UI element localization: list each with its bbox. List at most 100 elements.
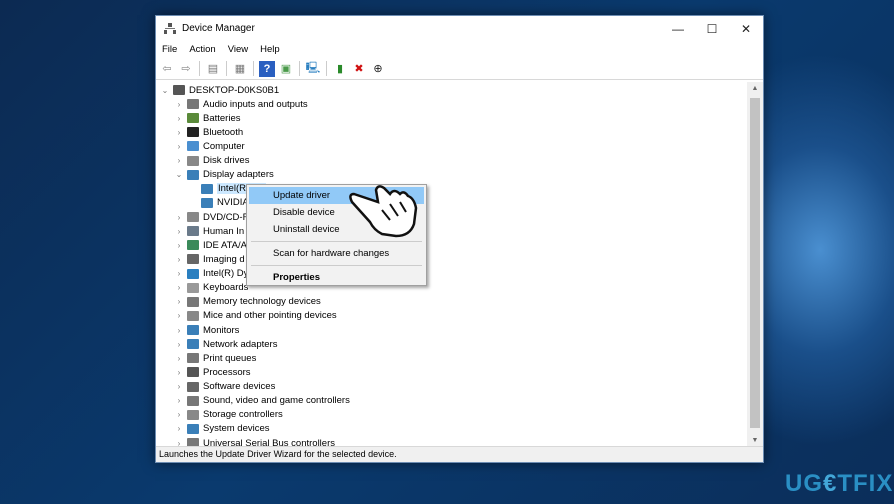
device-category-icon (187, 226, 199, 237)
chevron-right-icon[interactable]: › (174, 424, 184, 433)
toolbar-separator (226, 61, 227, 76)
tree-item[interactable]: › Memory technology devices (174, 295, 321, 309)
chevron-right-icon[interactable]: › (174, 142, 184, 151)
chevron-right-icon[interactable]: › (174, 269, 184, 278)
status-bar: Launches the Update Driver Wizard for th… (156, 446, 763, 462)
device-category-icon (187, 310, 199, 321)
chevron-right-icon[interactable]: › (174, 382, 184, 391)
scroll-up-icon[interactable]: ▲ (747, 82, 763, 96)
title-bar: Device Manager — ☐ ✕ (156, 16, 763, 41)
chevron-right-icon[interactable]: › (174, 255, 184, 264)
device-category-icon (173, 85, 185, 95)
maximize-button[interactable]: ☐ (695, 16, 729, 41)
tree-item[interactable]: › Sound, video and game controllers (174, 394, 350, 408)
tree-item[interactable]: NVIDIA (188, 196, 249, 210)
tree-item[interactable]: › DVD/CD-R (174, 210, 250, 224)
tree-item[interactable]: › Intel(R) Dy (174, 267, 249, 281)
tree-item[interactable]: › IDE ATA/A (174, 238, 247, 252)
device-category-icon (187, 353, 199, 364)
tree-item[interactable]: › Network adapters (174, 337, 278, 351)
tree-item[interactable]: › Storage controllers (174, 408, 283, 422)
add-driver-icon[interactable]: ▮ (332, 61, 348, 77)
scan-hardware-icon[interactable]: 🖳 (305, 61, 321, 77)
chevron-right-icon[interactable]: › (174, 396, 184, 405)
tree-item[interactable]: › Audio inputs and outputs (174, 97, 308, 111)
uninstall-x-icon[interactable]: ✖ (351, 61, 367, 77)
device-category-icon (187, 367, 199, 378)
tree-item[interactable]: › Processors (174, 365, 251, 379)
tree-item[interactable]: › Monitors (174, 323, 240, 337)
menu-divider (251, 241, 422, 242)
properties-icon[interactable]: ▤ (205, 61, 221, 77)
help-icon[interactable]: ? (259, 60, 275, 77)
device-category-icon (187, 99, 199, 110)
menu-help[interactable]: Help (260, 44, 280, 55)
action-pane-icon[interactable]: ▣ (278, 61, 294, 77)
device-category-icon (187, 127, 199, 138)
menu-file[interactable]: File (162, 44, 177, 55)
tree-item[interactable]: › Disk drives (174, 154, 250, 168)
chevron-right-icon[interactable]: › (174, 241, 184, 250)
pointing-hand-cursor-icon (349, 185, 418, 238)
chevron-right-icon[interactable]: › (174, 128, 184, 137)
chevron-down-icon[interactable]: ⌄ (160, 86, 170, 95)
chevron-down-icon[interactable]: ⌄ (174, 170, 184, 179)
tree-item[interactable]: ⌄ DESKTOP-D0KS0B1 (160, 83, 279, 97)
tree-item[interactable]: ⌄ Display adapters (174, 168, 274, 182)
tree-item-label: DVD/CD-R (203, 211, 250, 223)
tree-item[interactable]: › Human In (174, 224, 245, 238)
window-title: Device Manager (182, 23, 255, 34)
download-driver-icon[interactable]: ⊕ (370, 61, 386, 77)
tree-item[interactable]: › Print queues (174, 351, 257, 365)
toolbar-separator (253, 61, 254, 76)
tree-item[interactable]: › Software devices (174, 380, 276, 394)
scrollbar-thumb[interactable] (750, 98, 760, 428)
tree-item-label: Computer (203, 140, 245, 152)
device-category-icon (187, 212, 199, 223)
device-category-icon (187, 409, 199, 420)
menu-item-properties[interactable]: Properties (249, 269, 424, 286)
device-category-icon (187, 296, 199, 307)
device-tree: ⌄ DESKTOP-D0KS0B1 › Audio inputs and output… (156, 82, 748, 448)
chevron-right-icon[interactable]: › (174, 213, 184, 222)
chevron-right-icon[interactable]: › (174, 410, 184, 419)
minimize-button[interactable]: — (661, 16, 695, 41)
chevron-right-icon[interactable]: › (174, 354, 184, 363)
tree-item-label: System devices (203, 423, 270, 435)
device-category-icon (187, 381, 199, 392)
tree-item[interactable]: › Imaging d (174, 252, 245, 266)
chevron-right-icon[interactable]: › (174, 227, 184, 236)
menu-action[interactable]: Action (189, 44, 215, 55)
forward-arrow-icon[interactable]: ⇨ (178, 61, 194, 77)
chevron-right-icon[interactable]: › (174, 297, 184, 306)
device-category-icon (187, 423, 199, 434)
chevron-right-icon[interactable]: › (174, 100, 184, 109)
tree-item[interactable]: › System devices (174, 422, 270, 436)
device-category-icon (187, 155, 199, 166)
menu-divider (251, 265, 422, 266)
chevron-right-icon[interactable]: › (174, 340, 184, 349)
toolbar-separator (199, 61, 200, 76)
chevron-right-icon[interactable]: › (174, 114, 184, 123)
vertical-scrollbar[interactable]: ▲ ▼ (747, 82, 763, 448)
tree-item-label: Processors (203, 366, 251, 378)
tree-item[interactable]: › Batteries (174, 111, 241, 125)
menu-view[interactable]: View (228, 44, 248, 55)
chevron-right-icon[interactable]: › (174, 368, 184, 377)
tree-item-label: Software devices (203, 381, 276, 393)
chevron-right-icon[interactable]: › (174, 311, 184, 320)
back-arrow-icon[interactable]: ⇦ (159, 61, 175, 77)
close-button[interactable]: ✕ (729, 16, 763, 41)
chevron-right-icon[interactable]: › (174, 283, 184, 292)
tree-item[interactable]: › Bluetooth (174, 125, 244, 139)
tree-item[interactable]: › Computer (174, 139, 245, 153)
show-hidden-icon[interactable]: ▦ (232, 61, 248, 77)
device-category-icon (201, 197, 213, 208)
tree-item-label: Imaging d (203, 253, 245, 265)
ugetfix-watermark-logo: UG€TFIX (785, 470, 894, 497)
menu-item-scan-hardware[interactable]: Scan for hardware changes (249, 245, 424, 262)
chevron-right-icon[interactable]: › (174, 326, 184, 335)
chevron-right-icon[interactable]: › (174, 156, 184, 165)
tree-item[interactable]: › Keyboards (174, 281, 249, 295)
tree-item[interactable]: › Mice and other pointing devices (174, 309, 337, 323)
